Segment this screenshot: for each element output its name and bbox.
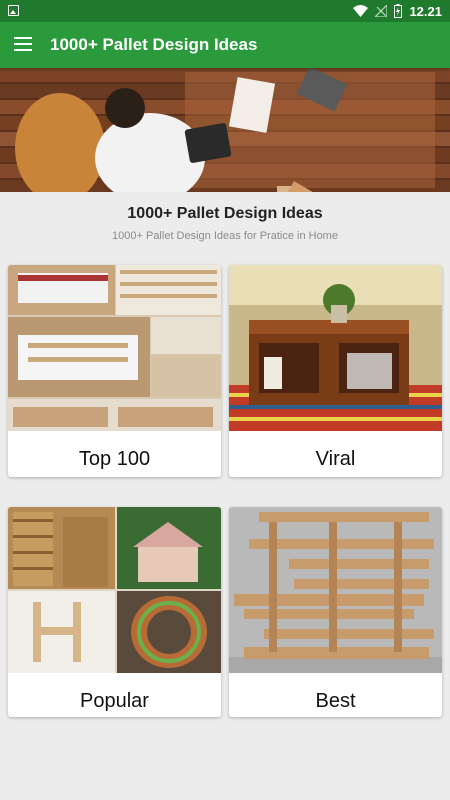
category-label: Viral	[315, 448, 356, 470]
app-bar: 1000+ Pallet Design Ideas	[0, 22, 450, 68]
page-heading: 1000+ Pallet Design Ideas	[127, 205, 323, 222]
status-time: 12.21	[409, 3, 442, 19]
battery-icon	[394, 4, 403, 18]
top-100-thumbnail	[8, 265, 221, 431]
category-card-viral[interactable]: Viral	[229, 265, 442, 477]
menu-icon[interactable]	[14, 36, 32, 52]
image-icon	[8, 5, 19, 16]
category-card-popular[interactable]: Popular	[8, 507, 221, 717]
hero-banner-image	[0, 68, 450, 192]
viral-thumbnail	[229, 265, 442, 431]
best-thumbnail	[229, 507, 442, 673]
app-title: 1000+ Pallet Design Ideas	[50, 35, 258, 54]
category-label: Best	[315, 690, 356, 712]
status-bar: 12.21	[0, 0, 450, 22]
category-label: Top 100	[78, 448, 151, 470]
category-label: Popular	[80, 690, 149, 712]
category-card-top-100[interactable]: Top 100	[8, 265, 221, 477]
category-card-best[interactable]: Best	[229, 507, 442, 717]
page-subheading: 1000+ Pallet Design Ideas for Pratice in…	[112, 230, 338, 242]
no-signal-icon	[375, 5, 388, 17]
popular-thumbnail	[8, 507, 221, 673]
wifi-icon	[353, 5, 369, 17]
